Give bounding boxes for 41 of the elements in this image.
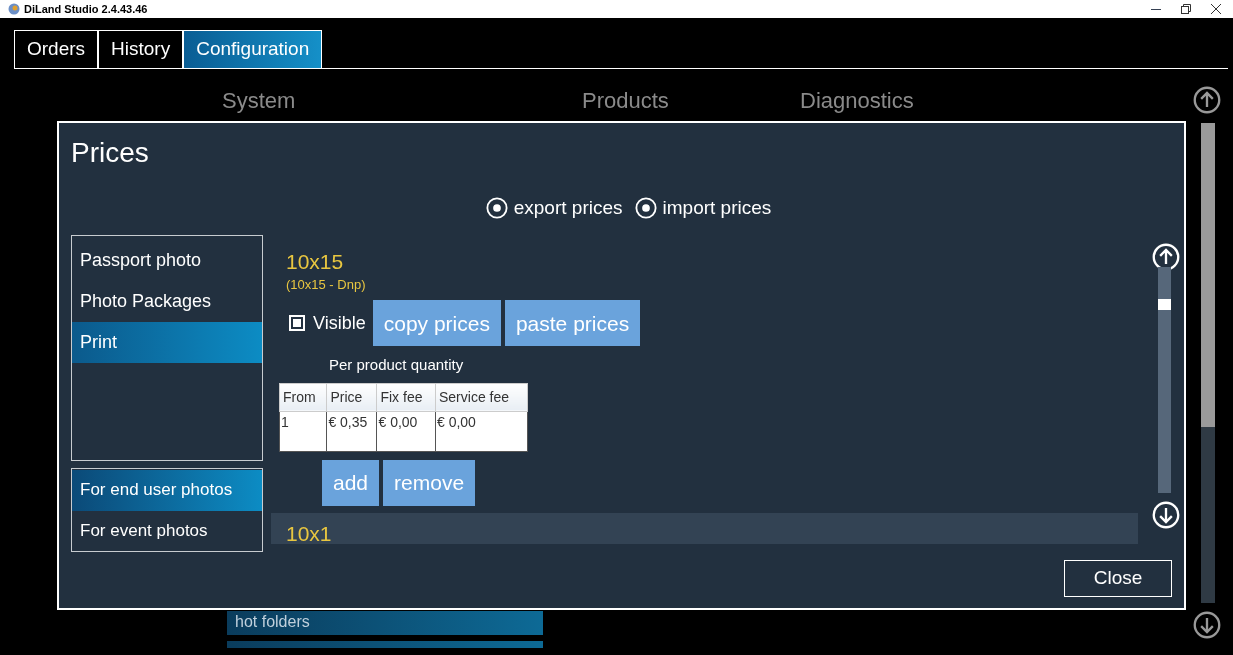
scroll-down-icon[interactable] [1193, 611, 1221, 639]
section-heading[interactable]: System [222, 87, 582, 115]
category-item[interactable]: Print [72, 321, 262, 363]
section-heading[interactable]: Products [582, 87, 800, 115]
tab[interactable]: Orders [14, 30, 99, 68]
list-item[interactable]: hot folders [227, 611, 543, 635]
checkbox-icon[interactable] [289, 315, 305, 332]
table-cell[interactable]: € 0,00 [435, 411, 528, 452]
scrollbar-thumb[interactable] [1201, 123, 1215, 427]
action-button[interactable]: import prices [634, 194, 772, 223]
section-heading[interactable]: Diagnostics [800, 87, 914, 115]
column-header[interactable]: From [279, 383, 327, 412]
column-header[interactable]: Service fee [435, 383, 528, 412]
close-button[interactable]: Close [1064, 560, 1172, 597]
category-item[interactable]: Passport photo [72, 239, 262, 281]
product-name: 10x1 [286, 522, 333, 544]
photo-type-item[interactable]: For event photos [72, 510, 262, 552]
window-title: DiLand Studio 2.4.43.46 [24, 1, 148, 17]
restore-icon[interactable] [1181, 4, 1191, 14]
product-name: 10x15 [286, 248, 344, 275]
column-header[interactable]: Fix fee [376, 383, 436, 412]
app-logo-icon [8, 3, 20, 15]
tab[interactable]: History [98, 30, 184, 68]
table-cell[interactable]: 1 [279, 411, 327, 452]
table-caption: Per product quantity [329, 355, 464, 376]
product-subtitle: (10x15 - Dnp) [286, 275, 366, 294]
dialog-title: Prices [71, 139, 150, 167]
scrollbar[interactable] [1201, 123, 1215, 603]
table-cell[interactable]: € 0,00 [376, 411, 436, 452]
column-header[interactable]: Price [326, 383, 377, 412]
tab[interactable]: Configuration [183, 30, 323, 68]
photo-type-item[interactable]: For end user photos [72, 469, 262, 511]
action-button[interactable]: export prices [485, 194, 623, 223]
visible-checkbox[interactable]: Visible [289, 309, 366, 337]
category-item[interactable]: Photo Packages [72, 280, 262, 322]
scroll-up-icon[interactable] [1193, 86, 1221, 114]
table-cell[interactable]: € 0,35 [326, 411, 377, 452]
close-icon[interactable] [1211, 4, 1221, 14]
scrollbar[interactable] [1158, 266, 1171, 493]
minimize-icon[interactable] [1151, 8, 1161, 10]
scrollbar-thumb[interactable] [1158, 298, 1171, 310]
